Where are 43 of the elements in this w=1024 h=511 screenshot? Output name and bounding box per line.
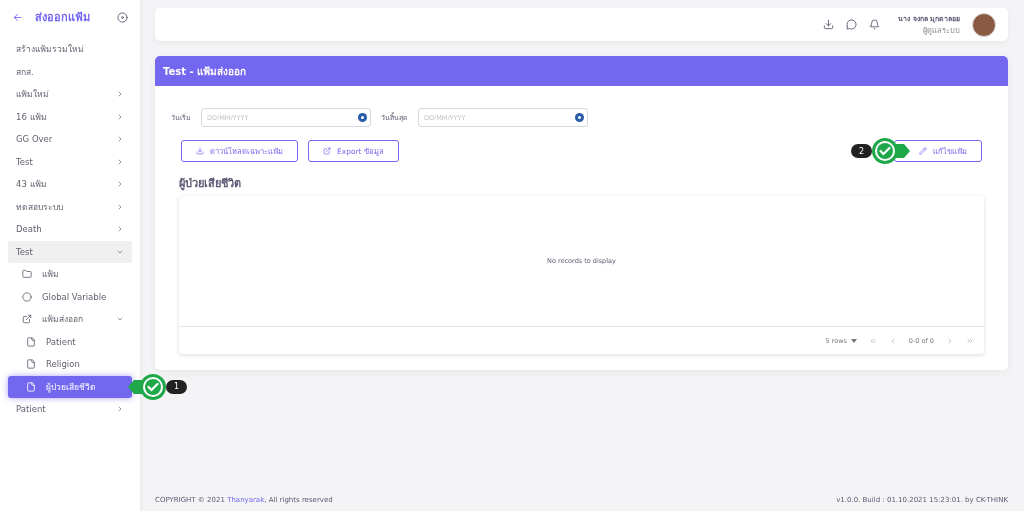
- avatar[interactable]: [972, 12, 996, 37]
- circle-icon: [22, 291, 32, 302]
- step-number: 2: [850, 144, 872, 158]
- sidebar-item[interactable]: แฟ้มใหม่: [8, 83, 132, 106]
- sidebar-item[interactable]: แฟ้มส่งออก: [8, 308, 132, 331]
- sidebar-item[interactable]: ทดสอบระบบ: [8, 195, 132, 218]
- next-page-icon: [946, 336, 954, 345]
- sidebar-item[interactable]: Religion: [8, 353, 132, 376]
- dot-icon: [358, 113, 367, 122]
- external-link-icon: [323, 147, 331, 155]
- sidebar-item[interactable]: 43 แฟ้ม: [8, 173, 132, 196]
- download-icon: [196, 147, 204, 155]
- download-icon: [823, 19, 835, 30]
- section-title: ผู้ป่วยเสียชีวิต: [178, 176, 242, 193]
- file-icon: [26, 336, 36, 347]
- sidebar-item[interactable]: Patient: [8, 330, 132, 353]
- file-icon: [26, 381, 36, 392]
- sidebar-item[interactable]: GG Over: [8, 128, 132, 151]
- sidebar-item[interactable]: Death: [8, 218, 132, 241]
- sidebar-item[interactable]: Global Variable: [8, 285, 132, 308]
- pencil-icon: [919, 147, 927, 155]
- last-page-icon: [966, 336, 974, 345]
- caret-icon: [850, 338, 857, 343]
- bell-icon: [869, 19, 881, 30]
- sidebar-item[interactable]: 16 แฟ้ม: [8, 105, 132, 128]
- sidebar-item[interactable]: แฟ้ม: [8, 263, 132, 286]
- sidebar-item[interactable]: Patient: [8, 398, 132, 421]
- sidebar-item[interactable]: ผู้ป่วยเสียชีวิต: [8, 375, 132, 398]
- sidebar-item[interactable]: สกส.: [8, 60, 132, 83]
- export-icon: [22, 314, 32, 325]
- sidebar-item[interactable]: สร้างแฟ้มรวมใหม่: [8, 38, 132, 61]
- sidebar-item[interactable]: Test: [8, 150, 132, 173]
- file-icon: [26, 359, 36, 370]
- dot-icon: [575, 113, 584, 122]
- chat-icon: [846, 19, 858, 30]
- card-title: Test - แฟ้มส่งออก: [155, 56, 1008, 86]
- step-number: 1: [166, 379, 188, 394]
- first-page-icon: [868, 336, 877, 345]
- folder-icon: [22, 269, 32, 280]
- target-icon: [117, 11, 128, 23]
- sidebar-title: ส่งออกแฟ้ม: [35, 10, 91, 26]
- back-arrow-icon: [12, 11, 23, 23]
- sidebar-item[interactable]: Test: [8, 240, 132, 263]
